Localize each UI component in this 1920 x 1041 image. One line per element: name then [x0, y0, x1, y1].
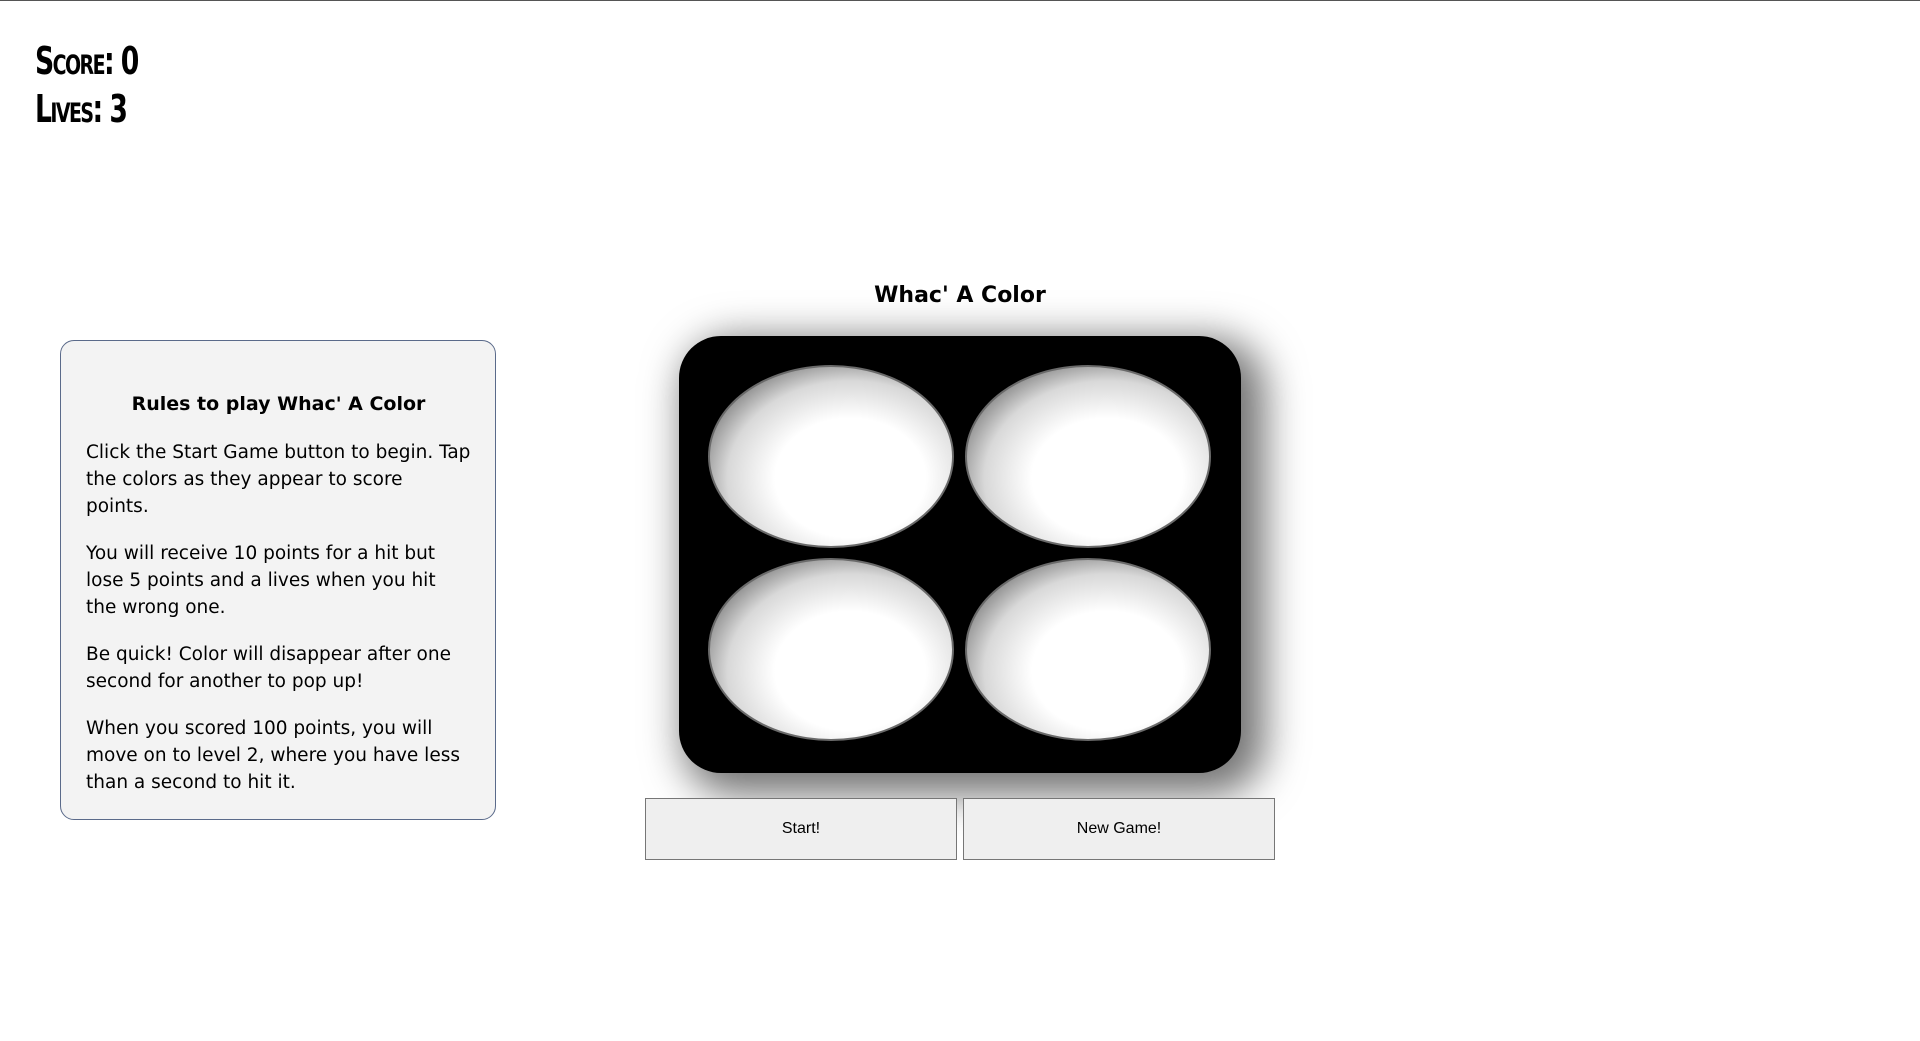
rules-paragraph-4: When you scored 100 points, you will mov…	[86, 718, 460, 793]
start-button[interactable]: Start!	[645, 798, 957, 860]
lives-display: Lives: 3	[35, 87, 128, 131]
score-display: Score: 0	[35, 39, 139, 83]
hole-top-right[interactable]	[965, 365, 1211, 548]
new-game-button[interactable]: New Game!	[963, 798, 1275, 860]
rules-paragraph-3: Be quick! Color will disappear after one…	[86, 644, 451, 692]
hole-top-left[interactable]	[708, 365, 954, 548]
stats-panel: Score: 0 Lives: 3	[35, 37, 139, 133]
rules-paragraph-1: Click the Start Game button to begin. Ta…	[86, 442, 471, 517]
game-title: Whac' A Color	[874, 283, 1046, 308]
game-board	[679, 336, 1241, 773]
hole-bottom-right[interactable]	[965, 558, 1211, 741]
hole-bottom-left[interactable]	[708, 558, 954, 741]
rules-title: Rules to play Whac' A Color	[131, 393, 426, 415]
rules-paragraph-2: You will receive 10 points for a hit but…	[86, 543, 436, 618]
rules-panel: Rules to play Whac' A Color Click the St…	[60, 340, 496, 820]
